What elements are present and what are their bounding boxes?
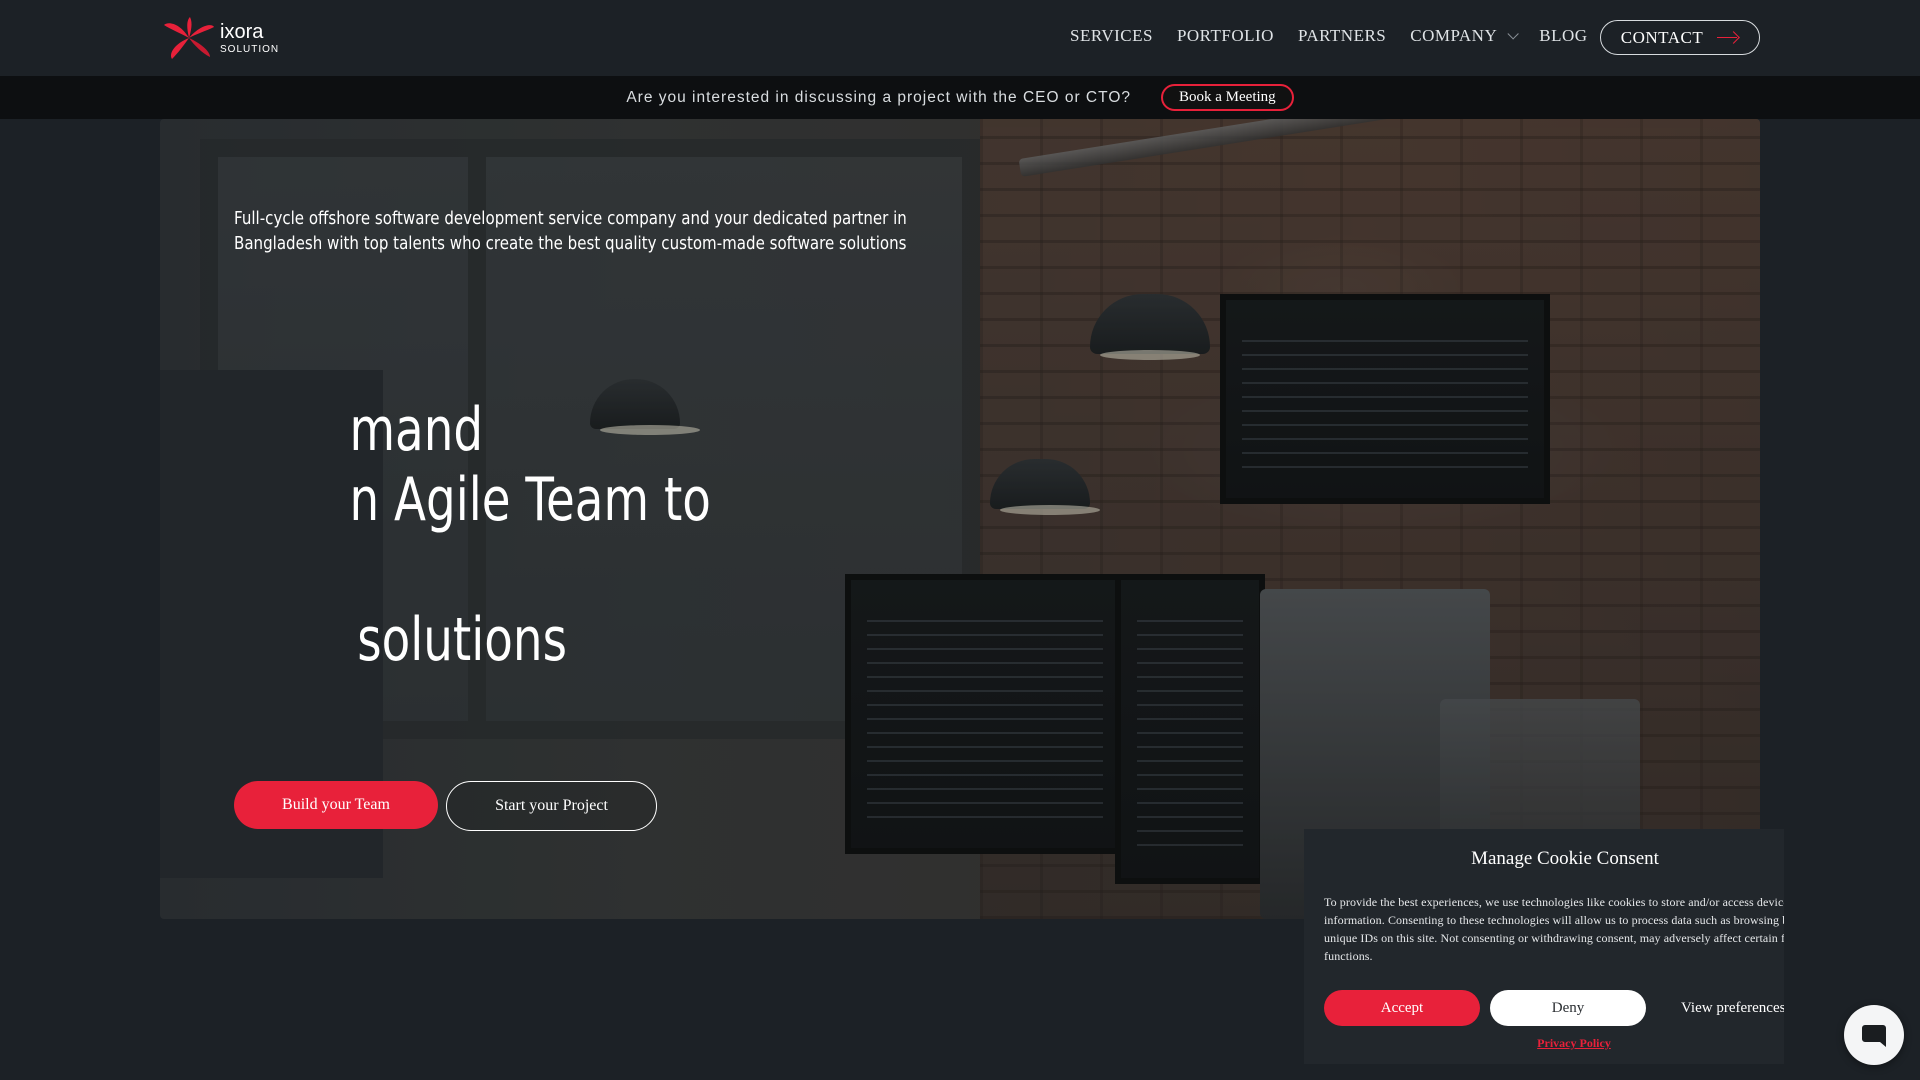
nav-blog-label: BLOG [1539,26,1588,45]
cookie-buttons: Accept Deny View preferences [1324,990,1784,1026]
hero-buttons: Build your Team Start your Project [234,781,657,831]
cookie-title: Manage Cookie Consent [1471,848,1659,869]
contact-button-label: CONTACT [1620,27,1704,47]
hero-heading-line-4: solutions [357,605,567,675]
book-meeting-button[interactable]: Book a Meeting [1161,84,1294,111]
hero-heading-line-2: n Agile Team to [349,465,711,535]
announcement-text: Are you interested in discussing a proje… [626,88,1131,106]
nav-services-label: SERVICES [1070,26,1153,45]
chevron-down-icon [1507,28,1520,40]
ixora-logo-icon [164,17,214,59]
site-logo[interactable]: ixora SOLUTION [160,14,290,62]
logo-wordmark: ixora [220,20,264,43]
privacy-policy-link[interactable]: Privacy Policy [1304,1036,1784,1051]
start-project-button[interactable]: Start your Project [446,781,657,831]
nav-portfolio[interactable]: PORTFOLIO [1177,26,1274,46]
hero-description: Full-cycle offshore software development… [234,209,907,254]
arrow-right-icon [1717,33,1739,43]
hero-heading: mand n Agile Team to solutions [234,395,780,675]
hero-heading-line-1: mand [349,395,484,465]
nav-partners-label: PARTNERS [1297,26,1387,45]
nav-services[interactable]: SERVICES [1070,26,1153,46]
nav-portfolio-label: PORTFOLIO [1176,26,1274,45]
chat-button[interactable] [1844,1005,1904,1065]
nav-company[interactable]: COMPANY [1410,26,1520,46]
cookie-consent-panel: Manage Cookie Consent To provide the bes… [1304,829,1784,1064]
main-nav: SERVICES PORTFOLIO PARTNERS COMPANY BLOG [1070,26,1612,46]
contact-button[interactable]: CONTACT [1600,20,1760,55]
nav-blog[interactable]: BLOG [1539,26,1587,46]
announcement-bar: Are you interested in discussing a proje… [0,76,1920,119]
chat-bubble-icon [1862,1025,1886,1047]
cookie-accept-button[interactable]: Accept [1324,990,1480,1026]
cookie-view-preferences-button[interactable]: View preferences [1681,1000,1784,1017]
build-team-button[interactable]: Build your Team [234,781,438,829]
logo-subtitle: SOLUTION [220,43,280,55]
hero-heading-line-3 [234,535,780,605]
site-header: ixora SOLUTION SERVICES PORTFOLIO PARTNE… [0,0,1920,76]
nav-company-label: COMPANY [1410,26,1498,45]
nav-partners[interactable]: PARTNERS [1298,26,1386,46]
cookie-text: To provide the best experiences, we use … [1324,895,1784,963]
cookie-deny-button[interactable]: Deny [1490,990,1646,1026]
